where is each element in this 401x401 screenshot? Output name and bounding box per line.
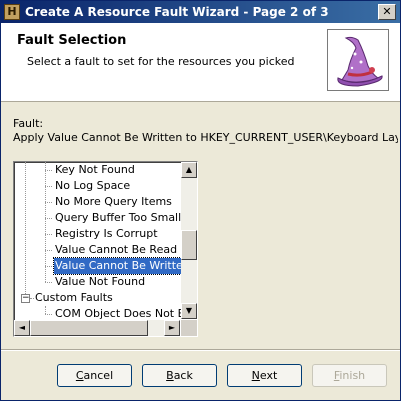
page-title: Fault Selection	[17, 33, 127, 48]
tree-line	[45, 234, 52, 235]
tree-line	[45, 250, 52, 251]
arrow-right-icon: ►	[168, 323, 176, 332]
horizontal-scrollbar[interactable]: ◄ ►	[14, 320, 180, 336]
next-label: ext	[259, 369, 278, 382]
tree-item[interactable]: Key Not Found	[54, 162, 136, 178]
wizard-header: Fault Selection Select a fault to set fo…	[1, 23, 400, 102]
page-subtitle: Select a fault to set for the resources …	[27, 55, 295, 68]
arrow-left-icon: ◄	[18, 323, 26, 332]
collapse-icon[interactable]: −	[21, 294, 30, 303]
back-label: ack	[173, 369, 193, 382]
tree-line	[45, 218, 52, 219]
scroll-left-button[interactable]: ◄	[14, 320, 30, 336]
scrollbar-corner	[181, 320, 197, 336]
tree-line	[45, 186, 52, 187]
tree-item-selected[interactable]: Value Cannot Be Written	[53, 257, 192, 275]
arrow-down-icon: ▼	[185, 306, 193, 315]
app-icon: H	[4, 4, 20, 20]
fault-description: Apply Value Cannot Be Written to HKEY_CU…	[13, 131, 398, 144]
tree-item[interactable]: Registry Is Corrupt	[54, 226, 159, 242]
arrow-up-icon: ▲	[185, 165, 193, 174]
finish-button[interactable]: Finish	[312, 364, 387, 387]
tree-item[interactable]: No Log Space	[54, 178, 131, 194]
cancel-label: ancel	[83, 369, 114, 382]
window-title: Create A Resource Fault Wizard - Page 2 …	[25, 5, 329, 19]
close-button[interactable]: ✕	[378, 4, 396, 20]
tree-item[interactable]: No More Query Items	[54, 194, 173, 210]
tree-line	[45, 266, 52, 267]
app-icon-glyph: H	[7, 5, 17, 18]
back-button[interactable]: Back	[142, 364, 217, 387]
title-bar[interactable]: H Create A Resource Fault Wizard - Page …	[1, 1, 400, 23]
tree-item[interactable]: Value Not Found	[54, 274, 146, 290]
fault-label: Fault:	[13, 117, 44, 130]
tree-line	[45, 282, 52, 283]
cancel-button[interactable]: Cancel	[57, 364, 132, 387]
back-mnemonic: B	[166, 369, 174, 382]
tree-item[interactable]: Value Cannot Be Read	[54, 242, 178, 258]
tree-line	[45, 202, 52, 203]
next-button[interactable]: Next	[227, 364, 302, 387]
vertical-scroll-thumb[interactable]	[181, 230, 197, 260]
fault-tree[interactable]: Key Not Found No Log Space No More Query…	[13, 161, 198, 337]
tree-line	[45, 162, 46, 282]
wizard-window: H Create A Resource Fault Wizard - Page …	[0, 0, 401, 401]
close-icon: ✕	[382, 5, 392, 18]
footer-divider	[1, 349, 400, 351]
fault-tree-viewport: Key Not Found No Log Space No More Query…	[14, 162, 197, 320]
scroll-right-button[interactable]: ►	[164, 320, 180, 336]
wizard-hat-icon	[327, 29, 389, 91]
vertical-scrollbar[interactable]: ▲ ▼	[181, 162, 197, 319]
scroll-down-button[interactable]: ▼	[181, 303, 197, 319]
tree-item[interactable]: Query Buffer Too Small	[54, 210, 182, 226]
tree-line	[25, 162, 26, 294]
tree-line	[45, 306, 46, 314]
next-mnemonic: N	[251, 369, 260, 382]
scroll-up-button[interactable]: ▲	[181, 162, 197, 178]
tree-line	[45, 314, 52, 315]
horizontal-scroll-thumb[interactable]	[30, 320, 148, 336]
tree-group-custom-faults[interactable]: Custom Faults	[34, 290, 114, 306]
cancel-mnemonic: C	[75, 369, 84, 382]
tree-line	[45, 170, 52, 171]
finish-label: inish	[339, 369, 366, 382]
